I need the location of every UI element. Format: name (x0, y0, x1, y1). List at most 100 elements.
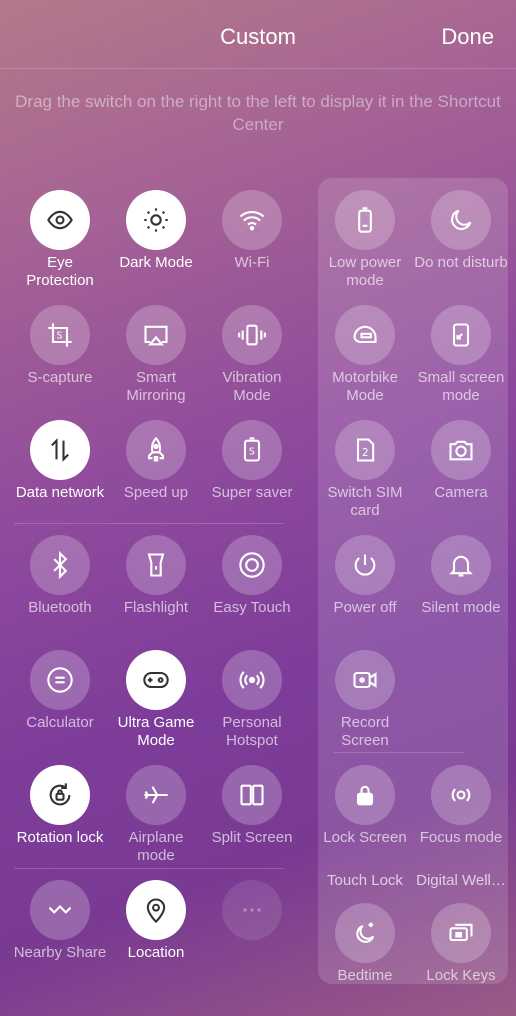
tile-label: Data network (15, 484, 105, 501)
tile-label: Nearby Share (13, 944, 107, 961)
tile-label: Silent mode (421, 599, 501, 616)
tile-location[interactable]: Location (108, 880, 204, 962)
tile-label: Do not disturb (414, 254, 508, 271)
tile-label: Speed up (123, 484, 189, 501)
instruction-text: Drag the switch on the right to the left… (15, 92, 501, 134)
tile-bedtime[interactable]: Bedtime (317, 903, 413, 985)
tile-do-not-disturb[interactable]: Do not disturb (413, 190, 509, 272)
tile-label: Vibration Mode (222, 369, 282, 404)
dark-mode-icon (126, 190, 186, 250)
tile-bluetooth[interactable]: Bluetooth (12, 535, 108, 617)
touch-lock-label[interactable]: Touch Lock (317, 872, 413, 889)
moon-icon (431, 190, 491, 250)
tile-ultra-game-mode[interactable]: Ultra Game Mode (108, 650, 204, 750)
battery-icon (335, 190, 395, 250)
tile-label: Switch SIM card (327, 484, 403, 519)
tile-split-screen[interactable]: Split Screen (204, 765, 300, 847)
done-button[interactable]: Done (441, 24, 494, 50)
svg-text:2: 2 (362, 447, 369, 459)
tile-silent-mode[interactable]: Silent mode (413, 535, 509, 617)
tile-power-off[interactable]: Power off (317, 535, 413, 617)
tile-speed-up[interactable]: Speed up (108, 420, 204, 502)
tile-label: Record Screen (340, 714, 390, 749)
page-divider (334, 752, 464, 753)
tile-label: Small screen mode (417, 369, 505, 404)
sim-icon: 2 (335, 420, 395, 480)
tile-label: Power off (333, 599, 397, 616)
tile-small-screen-mode[interactable]: Small screen mode (413, 305, 509, 405)
focus-icon (431, 765, 491, 825)
gamepad-icon (126, 650, 186, 710)
tile-lock-keys[interactable]: Lock Keys (413, 903, 509, 985)
header-divider (0, 68, 516, 69)
tile-wifi[interactable]: Wi-Fi (204, 190, 300, 272)
vibration-icon (222, 305, 282, 365)
tile-label: Super saver (211, 484, 293, 501)
tile-lock-screen[interactable]: Lock Screen (317, 765, 413, 847)
tile-focus-mode[interactable]: Focus mode (413, 765, 509, 847)
tile-motorbike-mode[interactable]: Motorbike Mode (317, 305, 413, 405)
tile-label: Eye Protection (26, 254, 94, 289)
tile-label: Rotation lock (16, 829, 104, 846)
tile-vibration-mode[interactable]: Vibration Mode (204, 305, 300, 405)
tile-empty-slot (204, 880, 300, 940)
tile-eye-protection[interactable]: Eye Protection (12, 190, 108, 290)
tile-rotation-lock[interactable]: Rotation lock (12, 765, 108, 847)
page-title: Custom (220, 24, 296, 49)
tile-label: Personal Hotspot (222, 714, 282, 749)
bell-icon (431, 535, 491, 595)
tile-label: Calculator (26, 714, 94, 731)
page-divider (14, 523, 284, 524)
tile-label: S-capture (27, 369, 93, 386)
small-screen-icon (431, 305, 491, 365)
tile-camera[interactable]: Camera (413, 420, 509, 502)
tile-label: Split Screen (211, 829, 293, 846)
tile-label: Dark Mode (119, 254, 193, 271)
page-divider (14, 868, 284, 869)
airplane-icon (126, 765, 186, 825)
tile-label: Bluetooth (28, 599, 92, 616)
tile-calculator[interactable]: Calculator (12, 650, 108, 732)
bluetooth-icon (30, 535, 90, 595)
tile-easy-touch[interactable]: Easy Touch (204, 535, 300, 617)
tile-label: Low power mode (328, 254, 402, 289)
tile-personal-hotspot[interactable]: Personal Hotspot (204, 650, 300, 750)
screen-mirror-icon (126, 305, 186, 365)
nearby-share-icon (30, 880, 90, 940)
tile-airplane-mode[interactable]: Airplane mode (108, 765, 204, 865)
wifi-icon (222, 190, 282, 250)
tile-nearby-share[interactable]: Nearby Share (12, 880, 108, 962)
camera-icon (431, 420, 491, 480)
record-screen-icon (335, 650, 395, 710)
tile-label: Focus mode (419, 829, 503, 846)
tile-super-saver[interactable]: S Super saver (204, 420, 300, 502)
easy-touch-icon (222, 535, 282, 595)
tile-smart-mirroring[interactable]: Smart Mirroring (108, 305, 204, 405)
rotation-lock-icon (30, 765, 90, 825)
split-screen-icon (222, 765, 282, 825)
tile-label: Location (127, 944, 185, 961)
data-arrows-icon (30, 420, 90, 480)
s-capture-icon: S (30, 305, 90, 365)
tile-label: Motorbike Mode (332, 369, 398, 404)
tile-label: Easy Touch (213, 599, 291, 616)
digital-wellbeing-label[interactable]: Digital Well… (413, 872, 509, 889)
tile-record-screen[interactable]: Record Screen (317, 650, 413, 750)
tile-flashlight[interactable]: Flashlight (108, 535, 204, 617)
tile-label: Wi-Fi (234, 254, 270, 271)
tile-label: Ultra Game Mode (117, 714, 195, 749)
tile-dark-mode[interactable]: Dark Mode (108, 190, 204, 272)
super-saver-icon: S (222, 420, 282, 480)
tile-switch-sim-card[interactable]: 2 Switch SIM card (317, 420, 413, 520)
tile-data-network[interactable]: Data network (12, 420, 108, 502)
tile-s-capture[interactable]: S S-capture (12, 305, 108, 387)
tile-label: Bedtime (337, 967, 393, 984)
location-icon (126, 880, 186, 940)
svg-text:S: S (57, 331, 63, 342)
tile-low-power-mode[interactable]: Low power mode (317, 190, 413, 290)
tile-label: Flashlight (123, 599, 189, 616)
tile-label: Airplane mode (128, 829, 184, 864)
tile-label: Lock Keys (426, 967, 496, 984)
more-dots-icon (222, 880, 282, 940)
tile-label: Camera (434, 484, 488, 501)
